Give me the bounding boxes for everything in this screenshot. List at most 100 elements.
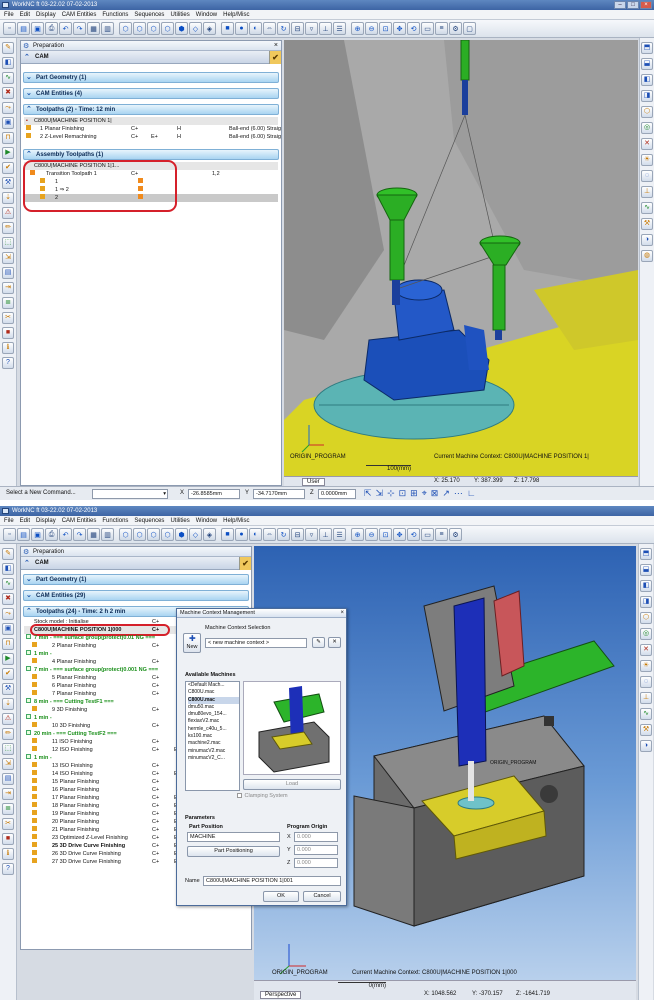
checkbox[interactable] [26,666,31,671]
cylinder-icon[interactable]: ◐ [249,22,262,35]
machine-list-item[interactable]: minumacV2.mac [188,748,239,755]
print-icon[interactable]: ⎙ [45,22,58,35]
layer-icon[interactable]: ≣ [2,803,14,815]
dialog-close-icon[interactable]: × [340,609,344,618]
postprocess-icon[interactable]: ⇲ [2,758,14,770]
report-icon[interactable]: ▤ [2,773,14,785]
collision-icon[interactable]: ⚠ [2,207,14,219]
filter-icon[interactable]: ▿ [305,528,318,541]
clamping-checkbox[interactable]: Clamping System [237,793,288,799]
cube-view-icon[interactable]: ■ [221,528,234,541]
menu-file[interactable]: File [4,12,14,18]
path-display-icon[interactable]: ∿ [641,202,653,214]
machine-list-item[interactable]: ks100.mac [188,733,239,740]
orbit-icon[interactable]: ⟲ [407,528,420,541]
view-top-icon[interactable]: ⬒ [640,548,652,560]
drill-icon[interactable]: ⇣ [2,698,14,710]
view-iso-icon[interactable]: ⬡ [119,22,132,35]
new-icon[interactable]: ▫ [3,22,16,35]
section-icon[interactable]: ⊟ [291,528,304,541]
checkbox[interactable] [26,730,31,735]
view-iso-icon[interactable]: ⬡ [641,106,653,118]
menu-sequences[interactable]: Sequences [134,518,164,524]
panel-toggle-icon[interactable]: ▢ [463,22,476,35]
filter-icon[interactable]: ▿ [305,22,318,35]
delete-context-icon[interactable]: ✕ [328,637,341,648]
machine-list-item[interactable]: minumacV2_C... [188,755,239,762]
checkbox[interactable] [26,650,31,655]
section-part-geometry[interactable]: ⌄ Part Geometry (1) [23,574,249,585]
cylinder-icon[interactable]: ◐ [249,528,262,541]
command-dropdown[interactable]: ▾ [92,489,168,499]
layout-icon[interactable]: ▥ [101,22,114,35]
pencil-icon[interactable]: ✏ [2,728,14,740]
toolpath-row[interactable]: 2 Z-Level Remachining C+ E+ H Ball-end (… [24,133,281,141]
edit-context-icon[interactable]: ✎ [312,637,325,648]
light-icon[interactable]: ☀ [641,154,653,166]
toolpath-group-row[interactable]: ▪ C800U|MACHINE POSITION 1| [24,117,278,125]
view-right-icon[interactable]: ◨ [641,90,653,102]
machine-list-item[interactable]: hermle_c40u_5... [188,726,239,733]
checkbox[interactable] [26,698,31,703]
menu-display[interactable]: Display [36,12,56,18]
zoom-icon[interactable]: ⊕ [351,528,364,541]
menu-utilities[interactable]: Utilities [170,12,189,18]
surface-icon[interactable]: ◧ [2,563,14,575]
origin-y-input[interactable]: 0.000 [294,845,338,855]
clear-icon[interactable]: ✕ [641,138,653,150]
view-left-icon[interactable]: ◧ [640,580,652,592]
export-icon[interactable]: ⇥ [2,282,14,294]
path-display-icon[interactable]: ∿ [640,708,652,720]
redo-icon[interactable]: ↷ [73,528,86,541]
toolpath-icon[interactable]: ⤳ [2,608,14,620]
wireframe-icon[interactable]: ◇ [189,528,202,541]
clear-icon[interactable]: ✕ [640,644,652,656]
menu-file[interactable]: File [4,518,14,524]
save-icon[interactable]: ▣ [31,528,44,541]
minimize-button[interactable]: – [614,1,626,9]
boundary-icon[interactable]: ⬚ [2,237,14,249]
menu-edit[interactable]: Edit [20,518,30,524]
view-bottom-icon[interactable]: ⬓ [641,58,653,70]
section-assembly-toolpaths[interactable]: ⌃ Assembly Toolpaths (1) [23,149,279,160]
section-cam-entities[interactable]: ⌄ CAM Entities (29) [23,590,249,601]
curve-icon[interactable]: ∿ [2,72,14,84]
menu-window[interactable]: Window [196,12,217,18]
stop-icon[interactable]: ■ [2,327,14,339]
cam-tool-icon[interactable]: ✎ [2,548,14,560]
menu-help[interactable]: Help/Misc [223,12,249,18]
close-button[interactable]: × [640,1,652,9]
layer-icon[interactable]: ≣ [2,297,14,309]
report-icon[interactable]: ▤ [2,267,14,279]
cam-tool-icon[interactable]: ✎ [2,42,14,54]
orbit-icon[interactable]: ⟲ [407,22,420,35]
color-icon[interactable]: ◑ [640,740,652,752]
machine-list-item[interactable]: dmu80evo_154... [188,711,239,718]
view-front-icon[interactable]: ⬡ [133,528,146,541]
machines-list[interactable]: <Default Mach... C800U.mac C800U.mac dmu50.… [185,681,240,791]
display-icon[interactable]: ▭ [421,528,434,541]
boundary-icon[interactable]: ⬚ [2,743,14,755]
help-icon[interactable]: ? [2,863,14,875]
zoom-fit-icon[interactable]: ⊡ [379,528,392,541]
cube-view-icon[interactable]: ■ [221,22,234,35]
machine-icon[interactable]: ⚒ [2,683,14,695]
list-icon[interactable]: ☰ [333,528,346,541]
holder-icon[interactable]: ⊓ [2,638,14,650]
view-iso-icon[interactable]: ⬡ [640,612,652,624]
view-tab[interactable]: User [302,478,325,486]
view-tab[interactable]: Perspective [260,991,302,999]
new-icon[interactable]: ▫ [3,528,16,541]
wireframe-icon[interactable]: ◇ [189,22,202,35]
shaded-icon[interactable]: ⬢ [175,22,188,35]
machine-list-item[interactable]: flexiaxV2.mac [188,718,239,725]
shaded-icon[interactable]: ⬢ [175,528,188,541]
collision-icon[interactable]: ⚠ [2,713,14,725]
settings-icon[interactable]: ⚙ [449,528,462,541]
menu-functions[interactable]: Functions [102,518,128,524]
help-icon[interactable]: ? [2,357,14,369]
print-icon[interactable]: ⎙ [45,528,58,541]
name-input[interactable]: C800U|MACHINE POSITION 1|001 [203,876,341,886]
measure-icon[interactable]: ⇔ [263,528,276,541]
layers-icon[interactable]: ≡ [435,22,448,35]
